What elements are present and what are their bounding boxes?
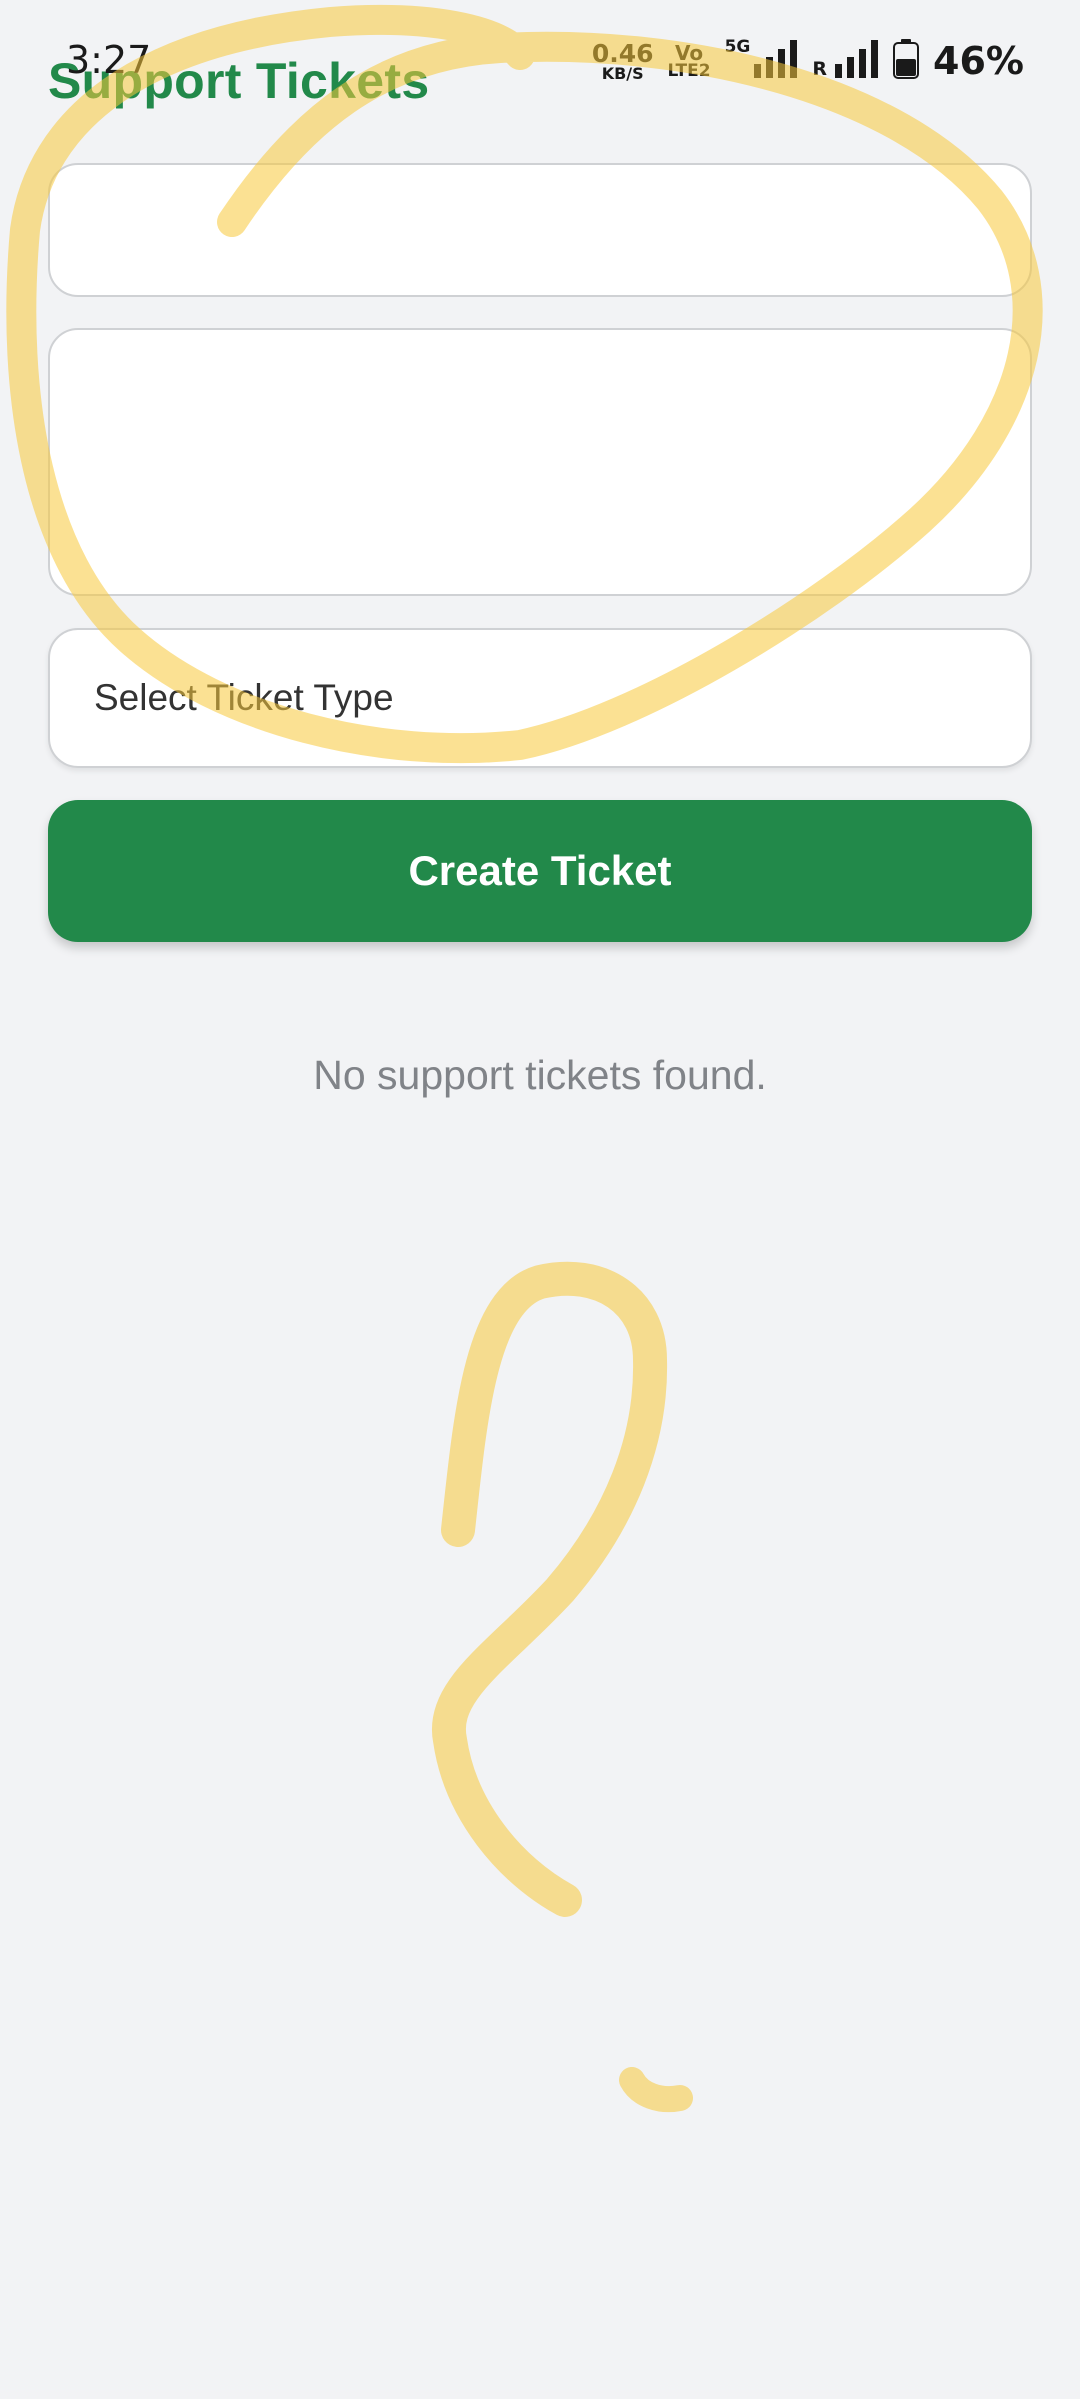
volte-top: Vo — [675, 40, 704, 65]
create-ticket-button[interactable]: Create Ticket — [48, 800, 1032, 942]
signal-icon — [754, 39, 798, 83]
network-type: 5G — [724, 37, 751, 57]
description-input[interactable] — [48, 328, 1032, 596]
network-speed-value: 0.46 — [591, 38, 654, 68]
subject-input[interactable] — [48, 163, 1032, 297]
signal-icon — [835, 39, 879, 83]
volte-indicator: Vo LTE2 — [668, 43, 711, 80]
status-time: 3:27 — [66, 38, 152, 82]
ticket-type-label: Select Ticket Type — [94, 677, 394, 718]
ticket-type-select[interactable]: Select Ticket Type — [48, 628, 1032, 768]
roaming-indicator: R — [812, 58, 828, 80]
status-bar: 3:27 0.46 KB/S Vo LTE2 5G R 46% — [0, 0, 1080, 120]
status-indicators: 0.46 KB/S Vo LTE2 5G R 46% — [592, 36, 1024, 86]
volte-bottom: LTE2 — [667, 60, 711, 81]
highlighter-question-dot — [619, 2067, 693, 2112]
support-tickets-screen: 3:27 0.46 KB/S Vo LTE2 5G R 46% Support … — [0, 0, 1080, 2399]
empty-tickets-message: No support tickets found. — [313, 1052, 767, 1098]
battery-percent: 46% — [933, 39, 1024, 83]
highlighter-question-curve — [431, 1261, 668, 1917]
network-speed-unit: KB/S — [601, 63, 644, 83]
network-speed: 0.46 KB/S — [592, 41, 654, 82]
battery-icon — [893, 38, 920, 84]
